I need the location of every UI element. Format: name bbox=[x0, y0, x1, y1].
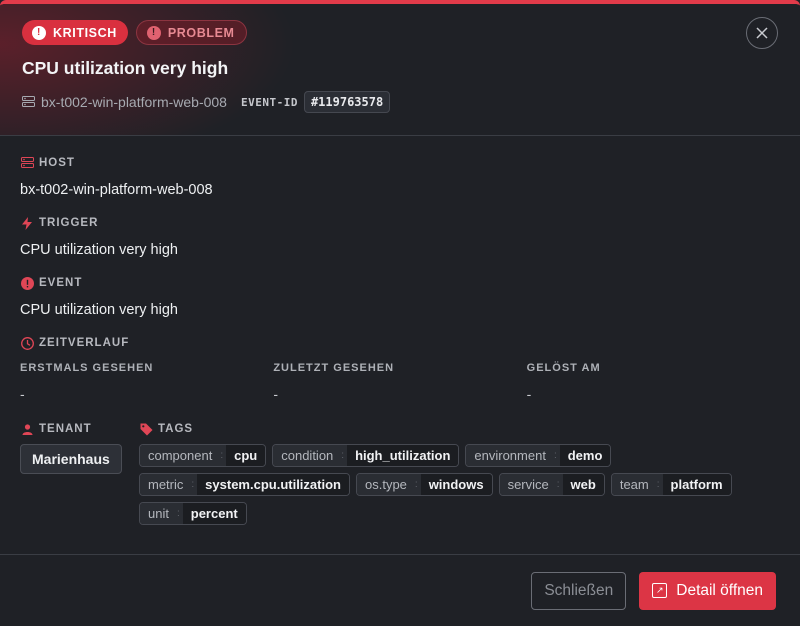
clock-icon bbox=[20, 336, 34, 350]
last-seen-col: ZULETZT GESEHEN - bbox=[273, 362, 526, 402]
host-label: HOST bbox=[39, 157, 75, 169]
host-section: HOST bx-t002-win-platform-web-008 bbox=[20, 156, 780, 198]
tenant-label: TENANT bbox=[39, 423, 92, 435]
open-detail-button[interactable]: ↗ Detail öffnen bbox=[639, 571, 776, 610]
host-value: bx-t002-win-platform-web-008 bbox=[20, 182, 213, 198]
trigger-label: TRIGGER bbox=[39, 217, 99, 229]
tags-label: TAGS bbox=[158, 423, 194, 435]
close-icon bbox=[756, 27, 768, 39]
tag-chip[interactable]: metric: system.cpu.utilization bbox=[139, 473, 350, 496]
tag-value: platform bbox=[662, 474, 731, 495]
first-seen-col: ERSTMALS GESEHEN - bbox=[20, 362, 273, 402]
tag-key: unit bbox=[140, 503, 177, 524]
modal-footer: Schließen ↗ Detail öffnen bbox=[0, 554, 800, 626]
tag-key: condition bbox=[273, 445, 342, 466]
first-seen-label: ERSTMALS GESEHEN bbox=[20, 362, 154, 374]
close-button[interactable]: Schließen bbox=[531, 571, 627, 610]
server-icon bbox=[20, 156, 34, 170]
resolved-label: GELÖST AM bbox=[526, 362, 601, 374]
tag-value: high_utilization bbox=[347, 445, 459, 466]
page-title: CPU utilization very high bbox=[22, 58, 229, 78]
modal-body: HOST bx-t002-win-platform-web-008 TRIGGE… bbox=[0, 136, 800, 525]
event-label-row: EVENT bbox=[20, 276, 780, 290]
tag-key: environment bbox=[466, 445, 554, 466]
host-label-row: HOST bbox=[20, 156, 780, 170]
tags-section: TAGS component: cpu condition: high_utiliza… bbox=[139, 422, 780, 525]
user-icon bbox=[20, 422, 34, 436]
severity-badge: ! KRITISCH bbox=[22, 20, 128, 45]
alert-circle-icon: ! bbox=[146, 25, 161, 40]
tag-value: windows bbox=[420, 474, 492, 495]
header-meta-row: bx-t002-win-platform-web-008 EVENT-ID #1… bbox=[22, 91, 778, 113]
trigger-value: CPU utilization very high bbox=[20, 242, 178, 258]
tag-value: web bbox=[562, 474, 604, 495]
tag-chip[interactable]: service: web bbox=[498, 473, 605, 496]
tag-chip[interactable]: component: cpu bbox=[139, 444, 267, 467]
tag-chip[interactable]: team: platform bbox=[610, 473, 732, 496]
timeline-label: ZEITVERLAUF bbox=[39, 337, 130, 349]
tag-icon bbox=[139, 422, 153, 436]
trigger-label-row: TRIGGER bbox=[20, 216, 780, 230]
tag-value: percent bbox=[182, 503, 246, 524]
event-id-label: EVENT-ID bbox=[240, 95, 298, 109]
tenant-label-row: TENANT bbox=[20, 422, 139, 436]
event-label: EVENT bbox=[39, 277, 83, 289]
last-seen-label: ZULETZT GESEHEN bbox=[273, 362, 395, 374]
alert-circle-icon: ! bbox=[32, 25, 46, 40]
status-badge-label: PROBLEM bbox=[167, 25, 235, 40]
tag-key: service bbox=[499, 474, 557, 495]
tenant-section: TENANT Marienhaus bbox=[20, 422, 139, 525]
tag-chip[interactable]: condition: high_utilization bbox=[272, 444, 460, 467]
close-icon-button[interactable] bbox=[746, 17, 778, 49]
tag-value: cpu bbox=[226, 445, 266, 466]
tenant-tags-row: TENANT Marienhaus TAGS component: cpu cond… bbox=[20, 422, 780, 525]
resolved-col: GELÖST AM - bbox=[527, 362, 780, 402]
header-host: bx-t002-win-platform-web-008 bbox=[22, 94, 227, 110]
tag-value: system.cpu.utilization bbox=[197, 474, 349, 495]
open-detail-label: Detail öffnen bbox=[676, 581, 763, 599]
first-seen-value: - bbox=[20, 386, 25, 402]
tag-value: demo bbox=[559, 445, 611, 466]
server-icon bbox=[22, 96, 35, 108]
alert-circle-icon bbox=[20, 276, 34, 290]
event-detail-modal: ! KRITISCH ! PROBLEM CPU utilization ver… bbox=[0, 0, 800, 626]
event-value: CPU utilization very high bbox=[20, 302, 178, 318]
tags-label-row: TAGS bbox=[139, 422, 780, 436]
timeline-section: ZEITVERLAUF ERSTMALS GESEHEN - ZULETZT G… bbox=[20, 336, 780, 402]
modal-header: ! KRITISCH ! PROBLEM CPU utilization ver… bbox=[0, 4, 800, 136]
header-host-name: bx-t002-win-platform-web-008 bbox=[41, 94, 227, 110]
trigger-section: TRIGGER CPU utilization very high bbox=[20, 216, 780, 258]
tag-chip[interactable]: os.type: windows bbox=[355, 473, 493, 496]
event-section: EVENT CPU utilization very high bbox=[20, 276, 780, 318]
tenant-chip[interactable]: Marienhaus bbox=[20, 444, 122, 474]
badge-row: ! KRITISCH ! PROBLEM bbox=[22, 20, 778, 45]
tag-key: metric bbox=[140, 474, 192, 495]
tag-chip[interactable]: unit: percent bbox=[139, 502, 247, 525]
timeline-grid: ERSTMALS GESEHEN - ZULETZT GESEHEN - GEL… bbox=[20, 362, 780, 402]
status-badge: ! PROBLEM bbox=[135, 20, 247, 45]
external-link-icon: ↗ bbox=[652, 583, 668, 598]
event-id-value[interactable]: #119763578 bbox=[303, 91, 391, 113]
tag-key: component bbox=[140, 445, 221, 466]
severity-badge-label: KRITISCH bbox=[53, 25, 117, 40]
tag-list: component: cpu condition: high_utilization e… bbox=[139, 444, 769, 525]
timeline-label-row: ZEITVERLAUF bbox=[20, 336, 780, 350]
tag-key: team bbox=[611, 474, 657, 495]
last-seen-value: - bbox=[273, 386, 278, 402]
lightning-icon bbox=[20, 216, 34, 230]
tag-chip[interactable]: environment: demo bbox=[465, 444, 612, 467]
resolved-value: - bbox=[526, 386, 532, 402]
tag-key: os.type bbox=[356, 474, 415, 495]
